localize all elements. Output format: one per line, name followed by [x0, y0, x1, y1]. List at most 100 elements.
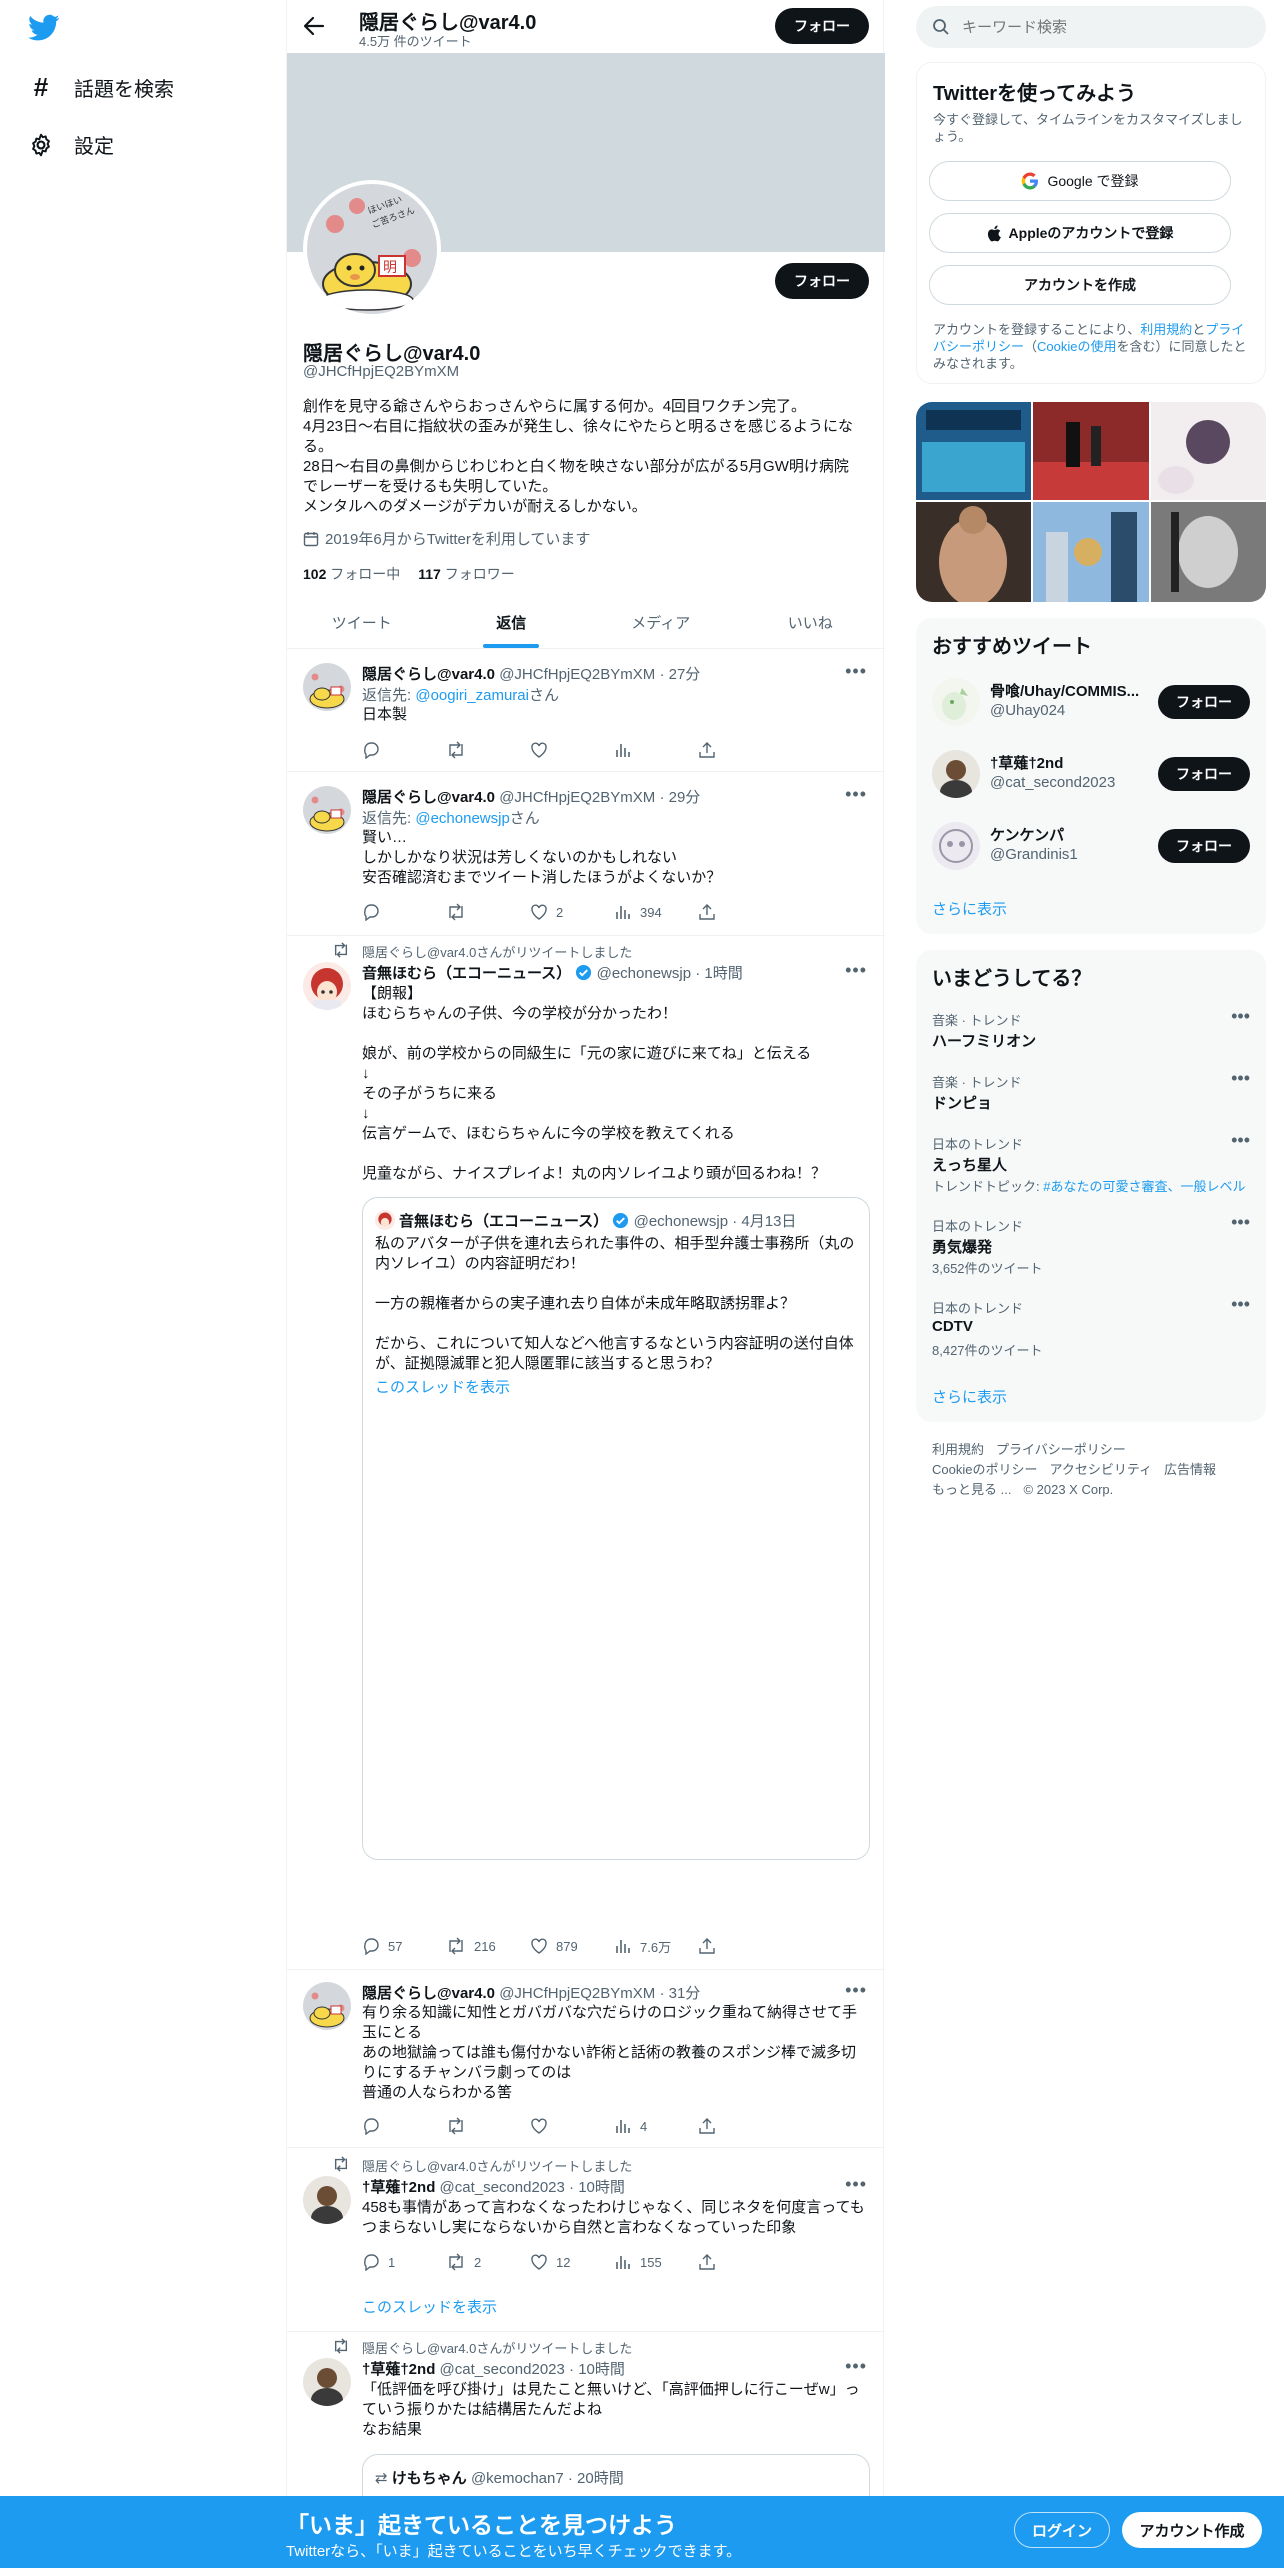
suggested-user-handle[interactable]: @Grandinis1	[990, 846, 1078, 863]
trend-item[interactable]: 日本のトレンド えっち星人 トレンドトピック: #あなたの可愛さ審査、一般レベル…	[916, 1130, 1266, 1212]
like-button[interactable]: 12	[530, 2252, 614, 2272]
nav-settings[interactable]: 設定	[28, 130, 114, 159]
trend-item[interactable]: 日本のトレンド CDTV 8,427件のツイート •••	[916, 1294, 1266, 1376]
suggested-user-name[interactable]: ケンケンパ	[990, 824, 1064, 845]
like-button[interactable]	[530, 2116, 614, 2136]
share-button[interactable]	[698, 740, 782, 760]
footer-terms-link[interactable]: 利用規約	[932, 1440, 984, 1460]
more-icon[interactable]: •••	[1231, 1294, 1250, 1315]
footer-ads-link[interactable]: 広告情報	[1164, 1460, 1216, 1480]
suggested-user-handle[interactable]: @Uhay024	[990, 702, 1065, 719]
search-bar[interactable]	[916, 6, 1266, 48]
more-icon[interactable]: •••	[845, 1980, 867, 2001]
share-button[interactable]	[698, 2116, 782, 2136]
more-icon[interactable]: •••	[845, 661, 867, 682]
show-thread-link[interactable]: このスレッドを表示	[362, 2296, 497, 2317]
tweet[interactable]: 隠居ぐらし@var4.0 @JHCfHpjEQ2BYmXM · 29分 ••• …	[287, 772, 885, 936]
tweet-author-handle[interactable]: @cat_second2023	[440, 2361, 565, 2378]
media-thumbnails[interactable]	[916, 402, 1266, 602]
avatar[interactable]	[303, 1982, 351, 2030]
footer-cookie-link[interactable]: Cookieのポリシー	[932, 1460, 1037, 1480]
avatar[interactable]	[932, 750, 980, 798]
retweet-label[interactable]: 隠居ぐらし@var4.0さんがリツイートしました	[362, 942, 632, 961]
reply-to-link[interactable]: @oogiri_zamurai	[415, 687, 529, 704]
terms-link[interactable]: 利用規約	[1140, 322, 1192, 337]
avatar[interactable]	[303, 663, 351, 711]
apple-signup-button[interactable]: Appleのアカウントで登録	[929, 213, 1231, 253]
reply-button[interactable]: 1	[362, 2252, 446, 2272]
tweet-time[interactable]: · 1時間	[695, 965, 743, 982]
avatar[interactable]	[303, 962, 351, 1010]
more-icon[interactable]: •••	[1231, 1130, 1250, 1151]
like-button[interactable]: 879	[530, 1936, 614, 1956]
banner-signup-button[interactable]: アカウント作成	[1122, 2512, 1262, 2548]
more-icon[interactable]: •••	[845, 784, 867, 805]
more-icon[interactable]: •••	[845, 960, 867, 981]
more-icon[interactable]: •••	[1231, 1006, 1250, 1027]
following-link[interactable]: 102 フォロー中	[303, 564, 400, 584]
share-button[interactable]	[698, 902, 782, 922]
quote-tweet[interactable]: 音無ほむら（エコーニュース） @echonewsjp · 4月13日 私のアバタ…	[362, 1197, 870, 1860]
reply-button[interactable]: 57	[362, 1936, 446, 1956]
suggested-user-handle[interactable]: @cat_second2023	[990, 774, 1115, 791]
tweet-time[interactable]: · 10時間	[569, 2179, 625, 2196]
avatar[interactable]	[932, 822, 980, 870]
twitter-logo-icon[interactable]	[28, 14, 60, 42]
views-button[interactable]: 4	[614, 2116, 698, 2136]
tab-tweets[interactable]: ツイート	[287, 596, 437, 648]
tweet-author-handle[interactable]: @JHCfHpjEQ2BYmXM	[499, 1985, 655, 2002]
retweet-label[interactable]: 隠居ぐらし@var4.0さんがリツイートしました	[362, 2156, 632, 2175]
views-button[interactable]: 7.6万	[614, 1936, 698, 1956]
banner-login-button[interactable]: ログイン	[1014, 2512, 1110, 2548]
tweet-author-handle[interactable]: @cat_second2023	[440, 2179, 565, 2196]
more-icon[interactable]: •••	[1231, 1212, 1250, 1233]
trend-item[interactable]: 日本のトレンド 勇気爆発 3,652件のツイート •••	[916, 1212, 1266, 1294]
tweet[interactable]: 隠居ぐらし@var4.0さんがリツイートしました 音無ほむら（エコーニュース） …	[287, 936, 885, 1970]
retweet-label[interactable]: 隠居ぐらし@var4.0さんがリツイートしました	[362, 2338, 632, 2357]
reply-button[interactable]	[362, 740, 446, 760]
reply-button[interactable]	[362, 902, 446, 922]
follow-button[interactable]: フォロー	[775, 263, 869, 299]
tweet-author-name[interactable]: 隠居ぐらし@var4.0	[362, 789, 495, 806]
tweet-author-handle[interactable]: @echonewsjp	[597, 965, 691, 982]
more-icon[interactable]: •••	[845, 2174, 867, 2195]
avatar[interactable]	[303, 786, 351, 834]
suggested-follow-button[interactable]: フォロー	[1158, 757, 1250, 791]
tweet-time[interactable]: · 31分	[659, 1985, 700, 2002]
tweet-author-name[interactable]: 隠居ぐらし@var4.0	[362, 666, 495, 683]
avatar[interactable]	[303, 2176, 351, 2224]
retweet-button[interactable]	[446, 2116, 530, 2136]
views-button[interactable]: 155	[614, 2252, 698, 2272]
tweet-author-name[interactable]: †草薙†2nd	[362, 2361, 435, 2378]
share-button[interactable]	[698, 1936, 782, 1956]
avatar[interactable]	[932, 678, 980, 726]
tweet-time[interactable]: · 29分	[659, 789, 700, 806]
like-button[interactable]	[530, 740, 614, 760]
header-follow-button[interactable]: フォロー	[775, 8, 869, 44]
more-icon[interactable]: •••	[1231, 1068, 1250, 1089]
more-icon[interactable]: •••	[845, 2356, 867, 2377]
tweet[interactable]: 隠居ぐらし@var4.0さんがリツイートしました †草薙†2nd @cat_se…	[287, 2148, 885, 2332]
suggested-user-name[interactable]: †草薙†2nd	[990, 752, 1063, 773]
views-button[interactable]: 394	[614, 902, 698, 922]
create-account-button[interactable]: アカウントを作成	[929, 265, 1231, 305]
cookie-link[interactable]: Cookieの使用	[1037, 339, 1116, 354]
like-button[interactable]: 2	[530, 902, 614, 922]
reply-to-link[interactable]: @echonewsjp	[415, 810, 509, 827]
tab-media[interactable]: メディア	[586, 596, 736, 648]
footer-more-link[interactable]: もっと見る ...	[932, 1480, 1011, 1500]
trend-item[interactable]: 音楽 · トレンド ドンピョ •••	[916, 1068, 1266, 1130]
tab-likes[interactable]: いいね	[736, 596, 886, 648]
show-thread-link[interactable]: このスレッドを表示	[375, 1376, 510, 1397]
retweet-button[interactable]: 2	[446, 2252, 530, 2272]
tweet-time[interactable]: · 27分	[659, 666, 700, 683]
suggested-show-more[interactable]: さらに表示	[932, 898, 1007, 919]
profile-avatar[interactable]: 明 ほいほい ご苦ろさん	[303, 180, 441, 318]
followers-link[interactable]: 117 フォロワー	[418, 564, 514, 584]
tweet[interactable]: 隠居ぐらし@var4.0 @JHCfHpjEQ2BYmXM · 31分 ••• …	[287, 1970, 885, 2148]
back-arrow-icon[interactable]	[303, 16, 325, 36]
retweet-button[interactable]: 216	[446, 1936, 530, 1956]
tab-replies[interactable]: 返信	[437, 596, 587, 648]
footer-privacy-link[interactable]: プライバシーポリシー	[996, 1440, 1126, 1460]
retweet-button[interactable]	[446, 902, 530, 922]
